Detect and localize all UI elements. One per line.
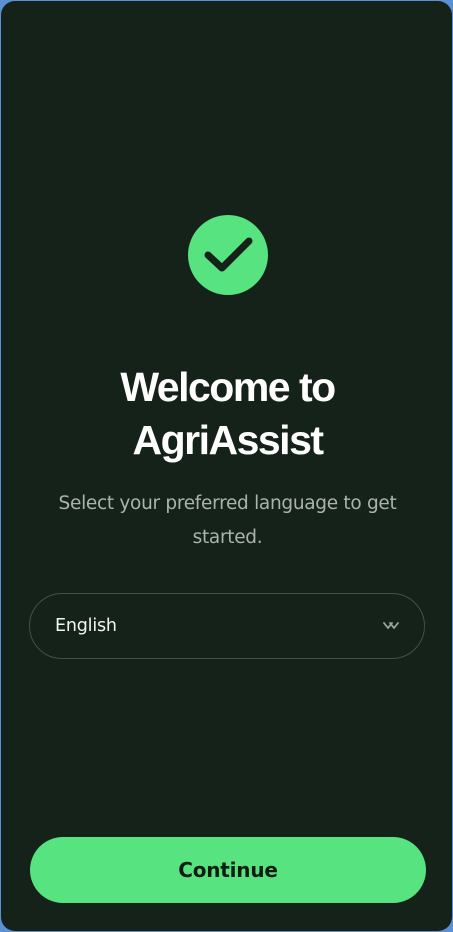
language-select-value: English — [55, 616, 117, 636]
chevron-down-icon — [382, 620, 400, 632]
continue-button[interactable]: Continue — [30, 837, 426, 903]
language-select[interactable]: English — [29, 593, 425, 659]
check-circle-icon — [188, 215, 268, 295]
title-line-2: AgriAssist — [132, 417, 324, 463]
checkmark-icon — [204, 237, 253, 272]
onboarding-screen: Welcome to AgriAssist Select your prefer… — [1, 1, 452, 931]
title-line-1: Welcome to — [120, 364, 336, 410]
subtitle-line-1: Select your preferred language to get — [58, 493, 397, 514]
page-subtitle: Select your preferred language to get st… — [41, 487, 414, 555]
page-title: Welcome to AgriAssist — [21, 361, 434, 467]
subtitle-line-2: started. — [192, 527, 263, 548]
